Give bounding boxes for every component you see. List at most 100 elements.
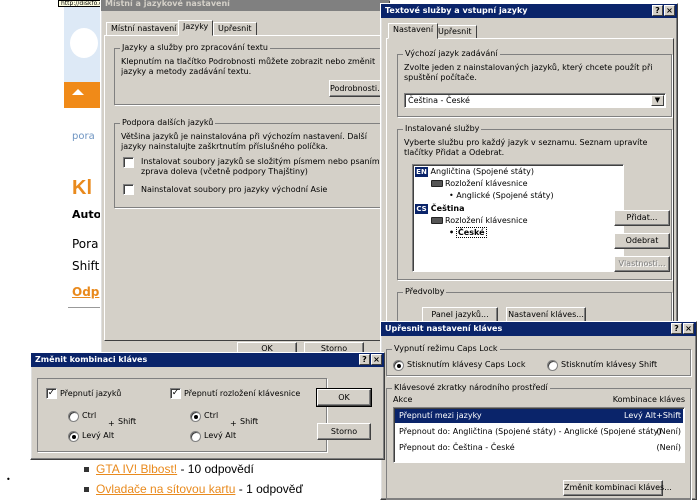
window-title: Místní a jazykové nastavení	[101, 0, 389, 11]
checkbox-label: Nainstalovat soubory pro jazyky východní…	[141, 185, 328, 194]
web-text-shift: Shift	[72, 259, 100, 273]
radio-label: Ctrl	[204, 411, 219, 420]
group-label: Podpora dalších jazyků	[120, 118, 216, 127]
language-support-group: Podpora dalších jazyků Většina jazyků je…	[114, 118, 386, 208]
services-tree[interactable]: EN Angličtina (Spojené státy) Rozložení …	[412, 164, 624, 272]
installed-services-group: Instalované služby Vyberte službu pro ka…	[397, 124, 672, 280]
tab-advanced[interactable]: Upřesnit	[213, 22, 257, 36]
group-description: Klepnutím na tlačítko Podrobnosti můžete…	[121, 57, 376, 76]
tab-languages[interactable]: Jazyky	[178, 20, 214, 36]
change-key-sequence-button[interactable]: Změnit kombinaci kláves...	[563, 480, 672, 496]
lang-ctrl-radio[interactable]	[68, 411, 79, 422]
shift-label: Shift	[240, 417, 259, 426]
group-description: Vyberte službu pro každý jazyk v seznamu…	[404, 138, 648, 157]
radio-label: Levý Alt	[82, 431, 115, 440]
group-label: Jazyky a služby pro zpracování textu	[120, 43, 271, 52]
bullet-icon	[84, 467, 89, 473]
advanced-key-settings-window: Upřesnit nastavení kláves ? × Vypnutí re…	[380, 321, 697, 500]
language-en-icon: EN	[415, 167, 428, 177]
radio-label: Stisknutím klávesy Shift	[561, 360, 658, 369]
tree-language-cs[interactable]: CS Čeština	[415, 204, 465, 214]
thread-link[interactable]: GTA IV! Blbost!	[96, 462, 177, 476]
group-description: Zvolte jeden z nainstalovaných jazyků, k…	[404, 63, 653, 82]
language-cs-icon: CS	[415, 204, 428, 214]
plus-sign: +	[108, 419, 115, 428]
switch-languages-checkbox[interactable]: ✓	[46, 388, 57, 399]
window-title-text: Textové služby a vstupní jazyky	[385, 6, 528, 15]
close-icon[interactable]: ×	[371, 354, 382, 365]
home-icon[interactable]	[64, 82, 104, 108]
list-item: GTA IV! Blbost! - 10 odpovědí	[84, 462, 254, 476]
shift-label: Shift	[118, 417, 137, 426]
help-icon[interactable]: ?	[359, 354, 370, 365]
help-icon[interactable]: ?	[671, 323, 682, 334]
tab-panel: Výchozí jazyk zadávání Zvolte jeden z na…	[386, 38, 674, 330]
window-title-text: Upřesnit nastavení kláves	[385, 324, 503, 333]
keyboard-icon	[431, 217, 443, 224]
radio-label: Stisknutím klávesy Caps Lock	[407, 360, 526, 369]
default-language-select[interactable]: Čeština - České ▼	[404, 93, 666, 108]
keyboard-icon	[431, 180, 443, 187]
tab-local-settings[interactable]: Místní nastavení	[106, 22, 182, 36]
text-services-window: Textové služby a vstupní jazyky ? × Nast…	[380, 3, 678, 333]
help-icon[interactable]: ?	[652, 5, 663, 16]
web-reply-link[interactable]: Odp	[72, 285, 99, 299]
radio-label: Ctrl	[82, 411, 97, 420]
tree-keyboard-node[interactable]: Rozložení klávesnice	[431, 179, 528, 189]
shift-radio[interactable]	[547, 360, 558, 371]
lang-left-alt-radio[interactable]	[68, 431, 79, 442]
properties-button[interactable]: Vlastnosti...	[614, 256, 670, 272]
web-divider	[68, 307, 104, 308]
window-title-text: Změnit kombinaci kláves	[35, 355, 148, 364]
web-text-pora-2: Pora	[72, 237, 99, 251]
hotkeys-list[interactable]: Přepnutí mezi jazyky Levý Alt+Shift Přep…	[393, 407, 685, 463]
remove-button[interactable]: Odebrat	[614, 233, 670, 249]
window-title: Upřesnit nastavení kláves ? ×	[381, 322, 696, 336]
thread-replies: - 10 odpovědí	[177, 462, 254, 476]
checkbox-label: Přepnutí jazyků	[60, 389, 122, 398]
details-button[interactable]: Podrobnosti...	[329, 80, 385, 97]
text-services-group: Jazyky a služby pro zpracování textu Kle…	[114, 43, 386, 105]
group-description: Většina jazyků je nainstalována při vých…	[121, 132, 367, 151]
tab-advanced[interactable]: Upřesnit	[433, 25, 477, 39]
change-key-sequence-dialog: Změnit kombinaci kláves ? × ✓ Přepnutí j…	[30, 352, 385, 460]
east-asian-checkbox[interactable]	[123, 184, 134, 195]
web-small-bullet: •	[6, 475, 11, 484]
add-button[interactable]: Přidat...	[614, 210, 670, 226]
thread-replies: - 1 odpověď	[235, 482, 303, 496]
group-label: Vypnutí režimu Caps Lock	[392, 344, 500, 353]
column-header-action: Akce	[393, 395, 413, 404]
tree-language-en[interactable]: EN Angličtina (Spojené státy)	[415, 167, 534, 177]
ok-button[interactable]: OK	[316, 388, 372, 407]
close-icon[interactable]: ×	[664, 5, 675, 16]
tab-settings[interactable]: Nastavení	[388, 23, 439, 39]
tree-keyboard-node[interactable]: Rozložení klávesnice	[431, 216, 528, 226]
web-text-pora[interactable]: pora	[72, 131, 95, 142]
caps-lock-group: Vypnutí režimu Caps Lock Stisknutím kláv…	[386, 344, 691, 376]
selected-value: Čeština - České	[408, 96, 470, 105]
table-row[interactable]: Přepnout do: Angličtina (Spojené státy) …	[395, 425, 683, 439]
layout-left-alt-radio[interactable]	[190, 431, 201, 442]
web-author: Auto	[72, 208, 102, 221]
complex-script-checkbox[interactable]	[123, 157, 134, 168]
tree-layout-item[interactable]: • Anglické (Spojené státy)	[449, 191, 554, 201]
cancel-button[interactable]: Storno	[317, 423, 371, 440]
close-icon[interactable]: ×	[683, 323, 694, 334]
table-row[interactable]: Přepnout do: Čeština - České (Není)	[395, 441, 683, 455]
caps-lock-radio[interactable]	[393, 360, 404, 371]
chevron-down-icon[interactable]: ▼	[651, 95, 664, 106]
window-title: Textové služby a vstupní jazyky ? ×	[381, 4, 677, 18]
tree-layout-item-selected[interactable]: • České	[449, 227, 487, 238]
tab-panel: Jazyky a služby pro zpracování textu Kle…	[104, 35, 386, 341]
list-item: Ovladače na sítovou kartu - 1 odpověď	[84, 482, 303, 496]
web-heading: Kl	[72, 177, 92, 199]
switch-layout-checkbox[interactable]: ✓	[170, 388, 181, 399]
key-sequence-group: ✓ Přepnutí jazyků ✓ Přepnutí rozložení k…	[37, 378, 327, 452]
radio-label: Levý Alt	[204, 431, 237, 440]
layout-ctrl-radio[interactable]	[190, 411, 201, 422]
plus-sign: +	[230, 419, 237, 428]
thread-link[interactable]: Ovladače na sítovou kartu	[96, 482, 235, 496]
table-row[interactable]: Přepnutí mezi jazyky Levý Alt+Shift	[395, 409, 683, 423]
group-label: Klávesové zkratky národního prostředí	[392, 383, 550, 392]
group-label: Předvolby	[403, 287, 447, 296]
